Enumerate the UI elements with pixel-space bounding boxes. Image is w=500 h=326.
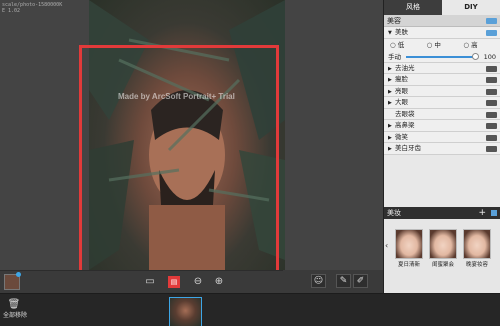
manual-slider[interactable] <box>406 55 476 58</box>
feature-row[interactable]: ▶ 高鼻梁 <box>384 120 500 132</box>
makeup-preset-label: 夏日清新 <box>397 262 420 268</box>
feature-row[interactable]: ▶ 瘦脸 <box>384 74 500 86</box>
debug-overlay: scale/photo-1580000K E 1.02 <box>2 2 62 14</box>
manual-value: 100 <box>483 52 496 61</box>
feature-label: 大眼 <box>395 98 408 106</box>
status-dot <box>16 272 21 277</box>
makeup-section-header[interactable]: 美妆 + <box>384 207 500 219</box>
feature-toggle[interactable] <box>486 123 497 129</box>
feature-label: 去油光 <box>395 63 415 72</box>
tab-style[interactable]: 风格 <box>384 0 442 15</box>
feature-toggle[interactable] <box>486 111 497 118</box>
makeup-preset-thumb[interactable] <box>463 229 491 259</box>
zoom-in-icon[interactable]: ⊕ <box>213 276 225 288</box>
beauty-section-header[interactable]: 美容 <box>384 15 500 27</box>
chevron-right-icon: ▶ <box>388 146 392 152</box>
filmstrip-thumbnail[interactable] <box>169 297 202 326</box>
makeup-preset-thumb[interactable] <box>429 229 457 259</box>
radio-mid[interactable]: ○ 中 <box>427 39 464 51</box>
add-makeup-button[interactable]: + <box>478 207 486 219</box>
beauty-section-label: 美容 <box>387 17 401 25</box>
feature-toggle[interactable] <box>486 65 497 72</box>
tab-diy[interactable]: DIY <box>442 0 500 15</box>
feature-toggle[interactable] <box>486 100 497 106</box>
feature-row[interactable]: ▶ 亮眼 <box>384 85 500 97</box>
makeup-presets: ‹ 夏日清新 闺蜜聚会 晚宴妆容 <box>384 219 500 293</box>
chevron-right-icon: ▶ <box>388 88 392 95</box>
feature-row[interactable]: ▶ 微笑 <box>384 131 500 143</box>
feature-row[interactable]: 去眼袋 <box>384 108 500 120</box>
feature-label: 高鼻梁 <box>395 121 415 129</box>
feature-toggle[interactable] <box>486 146 497 152</box>
smooth-row[interactable]: ▼ 美肤 <box>384 27 500 39</box>
makeup-preset-thumb[interactable] <box>395 229 423 259</box>
feature-label: 微笑 <box>395 132 408 141</box>
radio-mid-label: 中 <box>434 40 441 49</box>
intensity-radios: ○ 低 ○ 中 ○ 高 <box>384 38 500 51</box>
manual-label: 手动 <box>388 52 401 61</box>
feature-row[interactable]: ▶ 美白牙齿 <box>384 143 500 155</box>
chevron-right-icon: ▶ <box>388 65 392 72</box>
smooth-toggle[interactable] <box>486 30 497 36</box>
feature-toggle[interactable] <box>486 77 497 83</box>
chevron-right-icon: ▶ <box>388 123 392 129</box>
makeup-preset-label: 晚宴妆容 <box>465 262 488 268</box>
highlight-frame <box>79 45 279 270</box>
feature-label: 瘦脸 <box>395 75 408 83</box>
adjust-panel: 风格 DIY 美容 ▼ 美肤 ○ 低 ○ 中 ○ 高 手动 100 ▶ 去油光 ▶ 瘦… <box>383 0 500 293</box>
radio-high[interactable]: ○ 高 <box>463 39 500 51</box>
edit-tools: ☺ ✎ ✐ <box>283 270 383 292</box>
slider-knob[interactable] <box>472 52 479 60</box>
feature-row[interactable]: ▶ 大眼 <box>384 97 500 109</box>
compare-icon[interactable]: ▤ <box>168 276 180 288</box>
radio-high-label: 高 <box>471 40 478 49</box>
feature-label: 去眼袋 <box>395 109 415 118</box>
photo-canvas[interactable]: scale/photo-1580000K E 1.02 Made by ArcS… <box>0 0 383 270</box>
chevron-left-icon[interactable]: ‹ <box>385 241 388 250</box>
feature-toggle[interactable] <box>486 88 497 95</box>
feature-toggle[interactable] <box>486 134 497 141</box>
makeup-preset-label: 闺蜜聚会 <box>431 262 454 268</box>
trash-icon: 🗑 <box>7 299 21 310</box>
makeup-section-label: 美妆 <box>387 209 401 217</box>
remove-all-button[interactable]: 🗑 全部移除 <box>3 299 28 319</box>
chevron-down-icon: ▼ <box>388 30 392 36</box>
chevron-right-icon: ▶ <box>388 77 392 83</box>
feature-label: 美白牙齿 <box>395 144 421 152</box>
app-window: scale/photo-1580000K E 1.02 Made by ArcS… <box>0 0 500 326</box>
face-detect-icon[interactable]: ☺ <box>311 274 326 288</box>
radio-low[interactable]: ○ 低 <box>390 39 427 51</box>
zoom-out-icon[interactable]: ⊖ <box>192 276 204 288</box>
remove-all-label: 全部移除 <box>3 312 28 319</box>
fit-screen-icon[interactable]: ▭ <box>144 276 156 288</box>
radio-low-label: 低 <box>397 40 405 49</box>
smooth-label: 美肤 <box>395 28 408 36</box>
makeup-toggle[interactable] <box>491 210 497 216</box>
filmstrip: 🗑 全部移除 <box>0 293 500 326</box>
debug-line-2: E 1.02 <box>2 8 21 14</box>
feature-row[interactable]: ▶ 去油光 <box>384 62 500 74</box>
manual-slider-row: 手动 100 <box>384 50 500 63</box>
eraser-icon[interactable]: ✎ <box>336 274 351 288</box>
chevron-right-icon: ▶ <box>388 134 392 141</box>
brush-icon[interactable]: ✐ <box>353 274 368 288</box>
chevron-right-icon: ▶ <box>388 100 392 106</box>
beauty-toggle[interactable] <box>486 18 497 24</box>
panel-tabs: 风格 DIY <box>384 0 500 15</box>
feature-label: 亮眼 <box>395 86 408 95</box>
